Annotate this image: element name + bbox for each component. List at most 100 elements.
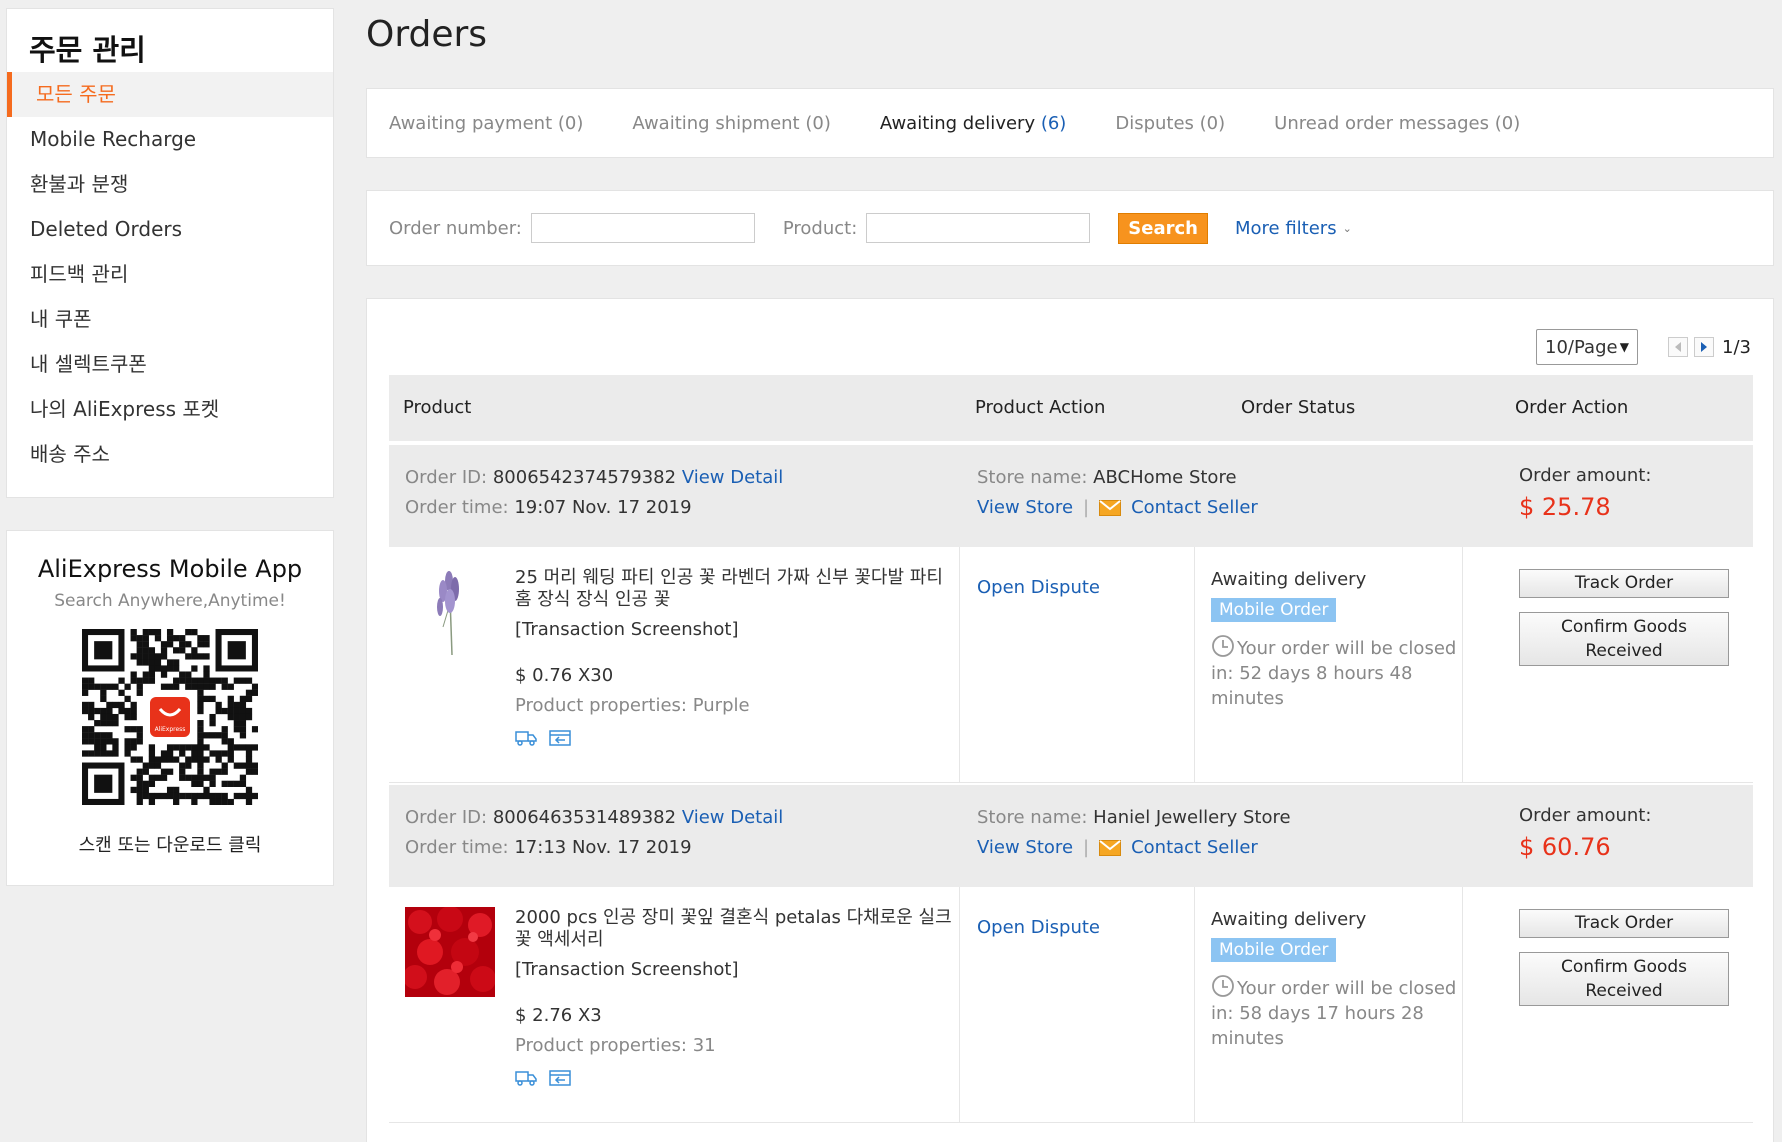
product-properties-label: Product properties:: [515, 1035, 687, 1056]
return-refund-icon[interactable]: [549, 729, 571, 747]
confirm-line-1: Confirm Goods: [1560, 617, 1688, 637]
order-actions: Track Order Confirm Goods Received: [1519, 909, 1729, 1020]
table-header: Product Product Action Order Status Orde…: [389, 375, 1753, 441]
track-order-button[interactable]: Track Order: [1519, 909, 1729, 938]
mobile-order-badge: Mobile Order: [1211, 598, 1337, 622]
shipping-truck-icon[interactable]: [515, 1069, 537, 1087]
sidebar-item-select-coupons[interactable]: 내 셀렉트쿠폰: [7, 342, 333, 387]
product-input[interactable]: [866, 213, 1091, 243]
separator: |: [1083, 837, 1090, 858]
sidebar-item-mobile-recharge[interactable]: Mobile Recharge: [7, 117, 333, 162]
tab-label: Disputes: [1115, 112, 1194, 134]
sidebar-item-aliexpress-pocket[interactable]: 나의 AliExpress 포켓: [7, 387, 333, 432]
sidebar-item-shipping-address[interactable]: 배송 주소: [7, 432, 333, 477]
sidebar-item-all-orders[interactable]: 모든 주문: [7, 72, 333, 117]
page-title: Orders: [366, 14, 488, 55]
sidebar-item-coupons[interactable]: 내 쿠폰: [7, 297, 333, 342]
search-button[interactable]: Search: [1118, 212, 1208, 244]
confirm-goods-received-button[interactable]: Confirm Goods Received: [1519, 612, 1729, 666]
return-refund-icon[interactable]: [549, 1069, 571, 1087]
countdown-text: Your order will be closed in: 52 days 8 …: [1211, 638, 1457, 709]
per-page-select[interactable]: 10/Page ▼: [1536, 329, 1639, 365]
contact-seller-link[interactable]: Contact Seller: [1131, 837, 1258, 858]
tab-count: (0): [557, 112, 584, 134]
order-amount-label: Order amount:: [1519, 805, 1652, 826]
store-name-value: Haniel Jewellery Store: [1093, 807, 1291, 828]
tab-awaiting-payment[interactable]: Awaiting payment (0): [389, 113, 583, 134]
product-info: 25 머리 웨딩 파티 인공 꽃 라벤더 가짜 신부 꽃다발 파티 홈 장식 장…: [515, 567, 955, 747]
order-status-tabs: Awaiting payment (0) Awaiting shipment (…: [366, 88, 1774, 158]
tab-label: Awaiting delivery: [879, 112, 1036, 134]
next-page-button[interactable]: [1694, 337, 1715, 357]
transaction-screenshot-link[interactable]: [Transaction Screenshot]: [515, 959, 955, 981]
sidebar-item-refunds-disputes[interactable]: 환불과 분쟁: [7, 162, 333, 207]
order-amount-value: $ 60.76: [1519, 833, 1611, 861]
view-detail-link[interactable]: View Detail: [682, 467, 783, 488]
product-label: Product:: [782, 217, 858, 239]
status-text: Awaiting delivery: [1211, 909, 1367, 930]
store-name-value: ABCHome Store: [1093, 467, 1237, 488]
product-service-icons: [515, 729, 955, 747]
product-title-link[interactable]: 2000 pcs 인공 장미 꽃잎 결혼식 petalas 다채로운 실크 꽃 …: [515, 907, 955, 951]
shipping-truck-icon[interactable]: [515, 729, 537, 747]
orders-panel: 10/Page ▼ 1/3 Product Product Action Ord…: [366, 298, 1774, 1142]
mobile-app-promo: AliExpress Mobile App Search Anywhere,An…: [6, 530, 334, 886]
order-actions: Track Order Confirm Goods Received: [1519, 569, 1729, 680]
tab-count: (0): [1199, 112, 1226, 134]
order-time-line: Order time: 19:07 Nov. 17 2019: [405, 497, 692, 518]
tab-label: Awaiting shipment: [632, 112, 800, 134]
order-item-row: 25 머리 웨딩 파티 인공 꽃 라벤더 가짜 신부 꽃다발 파티 홈 장식 장…: [389, 547, 1753, 783]
arrow-right-icon: [1701, 342, 1708, 352]
product-properties-value: 31: [692, 1035, 716, 1056]
order-countdown: Your order will be closed in: 52 days 8 …: [1211, 634, 1461, 711]
product-properties: Product properties: 31: [515, 1035, 955, 1057]
sidebar-title: 주문 관리: [29, 33, 146, 67]
order-time-label: Order time:: [405, 497, 509, 518]
tab-awaiting-delivery[interactable]: Awaiting delivery (6): [880, 113, 1066, 134]
transaction-screenshot-link[interactable]: [Transaction Screenshot]: [515, 619, 955, 641]
view-store-link[interactable]: View Store: [977, 497, 1073, 518]
product-image-rose-petals[interactable]: [405, 907, 495, 997]
view-store-link[interactable]: View Store: [977, 837, 1073, 858]
open-dispute-link[interactable]: Open Dispute: [977, 577, 1100, 598]
countdown-text: Your order will be closed in: 58 days 17…: [1211, 978, 1457, 1049]
product-properties: Product properties: Purple: [515, 695, 955, 717]
tab-count: (0): [805, 112, 831, 134]
open-dispute-link[interactable]: Open Dispute: [977, 917, 1100, 938]
prev-page-button[interactable]: [1668, 337, 1689, 357]
tab-unread-messages[interactable]: Unread order messages (0): [1274, 113, 1520, 134]
store-links: View Store | Contact Seller: [977, 497, 1258, 518]
qr-code[interactable]: AliExpress: [82, 629, 258, 805]
header-product-action: Product Action: [975, 397, 1106, 418]
tab-disputes[interactable]: Disputes (0): [1115, 113, 1225, 134]
sidebar-item-feedback[interactable]: 피드백 관리: [7, 252, 333, 297]
contact-seller-link[interactable]: Contact Seller: [1131, 497, 1258, 518]
track-order-button[interactable]: Track Order: [1519, 569, 1729, 598]
order-status: Awaiting delivery Mobile Order Your orde…: [1211, 569, 1461, 711]
more-filters-link[interactable]: More filters ⌄: [1235, 218, 1352, 239]
order-filters: Order number: Product: Search More filte…: [366, 190, 1774, 266]
store-links: View Store | Contact Seller: [977, 837, 1258, 858]
confirm-line-1: Confirm Goods: [1560, 957, 1688, 977]
order-number-input[interactable]: [530, 213, 755, 243]
confirm-line-2: Received: [1585, 981, 1663, 1001]
arrow-left-icon: [1675, 342, 1682, 352]
tab-count: (0): [1494, 112, 1521, 134]
product-properties-label: Product properties:: [515, 695, 687, 716]
tab-awaiting-shipment[interactable]: Awaiting shipment (0): [632, 113, 830, 134]
product-image-lavender[interactable]: [405, 567, 495, 657]
order-amount-label: Order amount:: [1519, 465, 1652, 486]
order-time-line: Order time: 17:13 Nov. 17 2019: [405, 837, 692, 858]
app-promo-footer[interactable]: 스캔 또는 다운로드 클릭: [7, 831, 333, 857]
product-info: 2000 pcs 인공 장미 꽃잎 결혼식 petalas 다채로운 실크 꽃 …: [515, 907, 955, 1087]
store-name-line: Store name: Haniel Jewellery Store: [977, 807, 1291, 828]
order-header: Order ID: 8006463531489382 View Detail O…: [389, 785, 1753, 887]
confirm-goods-received-button[interactable]: Confirm Goods Received: [1519, 952, 1729, 1006]
order-id-label: Order ID:: [405, 467, 488, 488]
app-promo-title: AliExpress Mobile App: [37, 555, 303, 583]
order-id-value: 8006463531489382: [492, 807, 677, 828]
clock-icon: [1212, 975, 1234, 997]
view-detail-link[interactable]: View Detail: [682, 807, 783, 828]
product-title-link[interactable]: 25 머리 웨딩 파티 인공 꽃 라벤더 가짜 신부 꽃다발 파티 홈 장식 장…: [515, 567, 955, 611]
sidebar-item-deleted-orders[interactable]: Deleted Orders: [7, 207, 333, 252]
